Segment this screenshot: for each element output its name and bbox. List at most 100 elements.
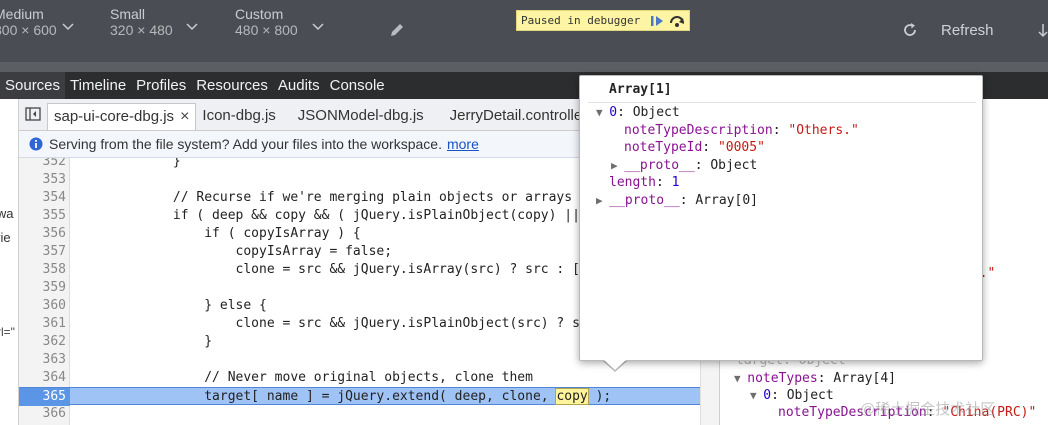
line-number[interactable]: 366: [19, 405, 66, 423]
line-number[interactable]: 361: [19, 315, 66, 333]
navigator-text: lwa: [0, 206, 14, 221]
navigator-text: vie: [0, 230, 11, 245]
popover-divider: [588, 102, 976, 103]
number-value: 0: [763, 388, 772, 403]
code-text: clone = src && jQuery.isPlainObject(src)…: [79, 316, 643, 331]
number-value: 1: [671, 175, 680, 191]
code-text: target[ name ] = jQuery.extend( deep, cl…: [79, 388, 612, 405]
tree-row[interactable]: ▼ noteTypes: Array[4]: [734, 370, 896, 387]
pencil-icon[interactable]: [388, 21, 406, 39]
tree-text: : Array[0]: [679, 193, 758, 208]
line-number[interactable]: 353: [19, 171, 66, 189]
infobar-message: Serving from the file system? Add your f…: [49, 136, 442, 152]
string-value: "Others.": [788, 122, 859, 138]
code-line: 366: [19, 405, 700, 423]
line-number[interactable]: 362: [19, 333, 66, 351]
tab-timeline[interactable]: Timeline: [65, 72, 131, 99]
tree-text: :: [772, 122, 789, 138]
file-tab-jsonmodel[interactable]: JSONModel-dbg.js: [282, 103, 430, 130]
tree-text: : Object: [617, 105, 680, 120]
tab-resources[interactable]: Resources: [191, 72, 273, 99]
current-execution-line: 365 target[ name ] = jQuery.extend( deep…: [19, 387, 700, 406]
tree-row[interactable]: ▼ 0: Object: [596, 104, 680, 121]
file-tab-label: JSONModel-dbg.js: [297, 107, 424, 124]
device-preset-small[interactable]: Small 320 × 480: [110, 6, 173, 38]
tab-profiles[interactable]: Profiles: [131, 72, 191, 99]
line-number[interactable]: 364: [19, 369, 66, 387]
line-number[interactable]: 355: [19, 207, 66, 225]
paused-in-debugger-banner: Paused in debugger: [516, 10, 691, 31]
file-tab-label: sap-ui-core-dbg.js: [54, 108, 175, 125]
line-number[interactable]: 365: [19, 388, 70, 406]
close-icon[interactable]: ×: [180, 108, 189, 125]
navigator-text: rl=": [0, 325, 15, 339]
navigator-panel: lwa vie rl=": [0, 99, 19, 425]
code-text: if ( copyIsArray ) {: [79, 226, 361, 241]
code-text: }: [79, 158, 181, 169]
line-number[interactable]: 360: [19, 297, 66, 315]
file-tab-icon[interactable]: Icon-dbg.js: [196, 103, 281, 130]
preset-name: Small: [110, 6, 146, 22]
number-value: 0: [609, 105, 618, 120]
property-name: noteTypeDescription: [624, 122, 773, 138]
refresh-button[interactable]: Refresh: [941, 22, 994, 39]
device-preset-custom[interactable]: Custom 480 × 800: [235, 6, 298, 38]
expanded-triangle-icon[interactable]: ▼: [734, 372, 747, 385]
tree-row[interactable]: ▶ __proto__: Object: [611, 157, 757, 174]
paused-label: Paused in debugger: [521, 14, 641, 27]
property-name: noteTypes: [747, 371, 818, 386]
infobar-more-link[interactable]: more: [447, 136, 479, 152]
device-preset-medium[interactable]: Medium 800 × 600: [0, 6, 57, 38]
property-name: noteTypeId: [624, 140, 703, 156]
collapsed-triangle-icon[interactable]: ▶: [611, 159, 624, 172]
popover-title: Array[1]: [609, 82, 672, 97]
string-value: "0005": [717, 140, 765, 156]
line-number[interactable]: 354: [19, 189, 66, 207]
tree-text: :: [702, 140, 718, 156]
code-text: } else {: [79, 298, 267, 313]
line-number[interactable]: 356: [19, 225, 66, 243]
line-number[interactable]: 352: [19, 158, 66, 171]
tab-sources[interactable]: Sources: [0, 72, 66, 99]
rotate-icon[interactable]: [1036, 22, 1048, 38]
object-preview-popover: Array[1] ▼ 0: Object noteTypeDescription:…: [579, 75, 983, 361]
preset-name: Medium: [0, 6, 44, 22]
file-tab-label: Icon-dbg.js: [202, 107, 276, 124]
tree-text: : Object: [694, 157, 758, 173]
line-number[interactable]: 359: [19, 279, 66, 297]
code-text: // Never move original objects, clone th…: [79, 370, 533, 385]
expanded-triangle-icon[interactable]: ▼: [750, 389, 763, 402]
line-number[interactable]: 358: [19, 261, 66, 279]
tab-audits[interactable]: Audits: [273, 72, 325, 99]
tab-console[interactable]: Console: [325, 72, 390, 99]
chevron-down-icon[interactable]: [186, 23, 198, 31]
step-over-icon[interactable]: [668, 13, 686, 29]
tree-row[interactable]: ▼ 0: Object: [750, 387, 834, 404]
expanded-triangle-icon[interactable]: ▼: [596, 106, 609, 119]
chevron-down-icon[interactable]: [312, 23, 324, 31]
navigator-toggle-button[interactable]: [19, 99, 47, 130]
navigator-toggle-icon: [25, 107, 41, 121]
tree-row: length: 1: [609, 174, 679, 191]
code-text: // Recurse if we're merging plain object…: [79, 190, 573, 205]
tree-text: : Array[4]: [817, 371, 896, 386]
resume-icon[interactable]: [648, 13, 666, 29]
file-tab-sap-ui-core[interactable]: sap-ui-core-dbg.js ×: [47, 103, 197, 130]
collapsed-triangle-icon[interactable]: ▶: [596, 194, 609, 207]
preset-name: Custom: [235, 6, 284, 22]
preset-dims: 800 × 600: [0, 22, 57, 38]
toolbar-divider: [0, 62, 1048, 72]
property-name: length: [609, 175, 656, 191]
chevron-down-icon[interactable]: [62, 23, 74, 31]
tree-row[interactable]: ▶ __proto__: Array[0]: [596, 192, 758, 209]
tree-text: :: [655, 175, 672, 191]
tree-row: noteTypeId: "0005": [624, 139, 765, 156]
refresh-icon[interactable]: [902, 22, 918, 38]
code-text: }: [79, 334, 213, 349]
hovered-variable[interactable]: copy: [555, 388, 589, 405]
code-text: clone = src && jQuery.isArray(src) ? src…: [79, 262, 596, 277]
preset-dims: 320 × 480: [110, 22, 173, 38]
line-number[interactable]: 357: [19, 243, 66, 261]
line-number[interactable]: 363: [19, 351, 66, 369]
code-line: 364 // Never move original objects, clon…: [19, 369, 700, 387]
